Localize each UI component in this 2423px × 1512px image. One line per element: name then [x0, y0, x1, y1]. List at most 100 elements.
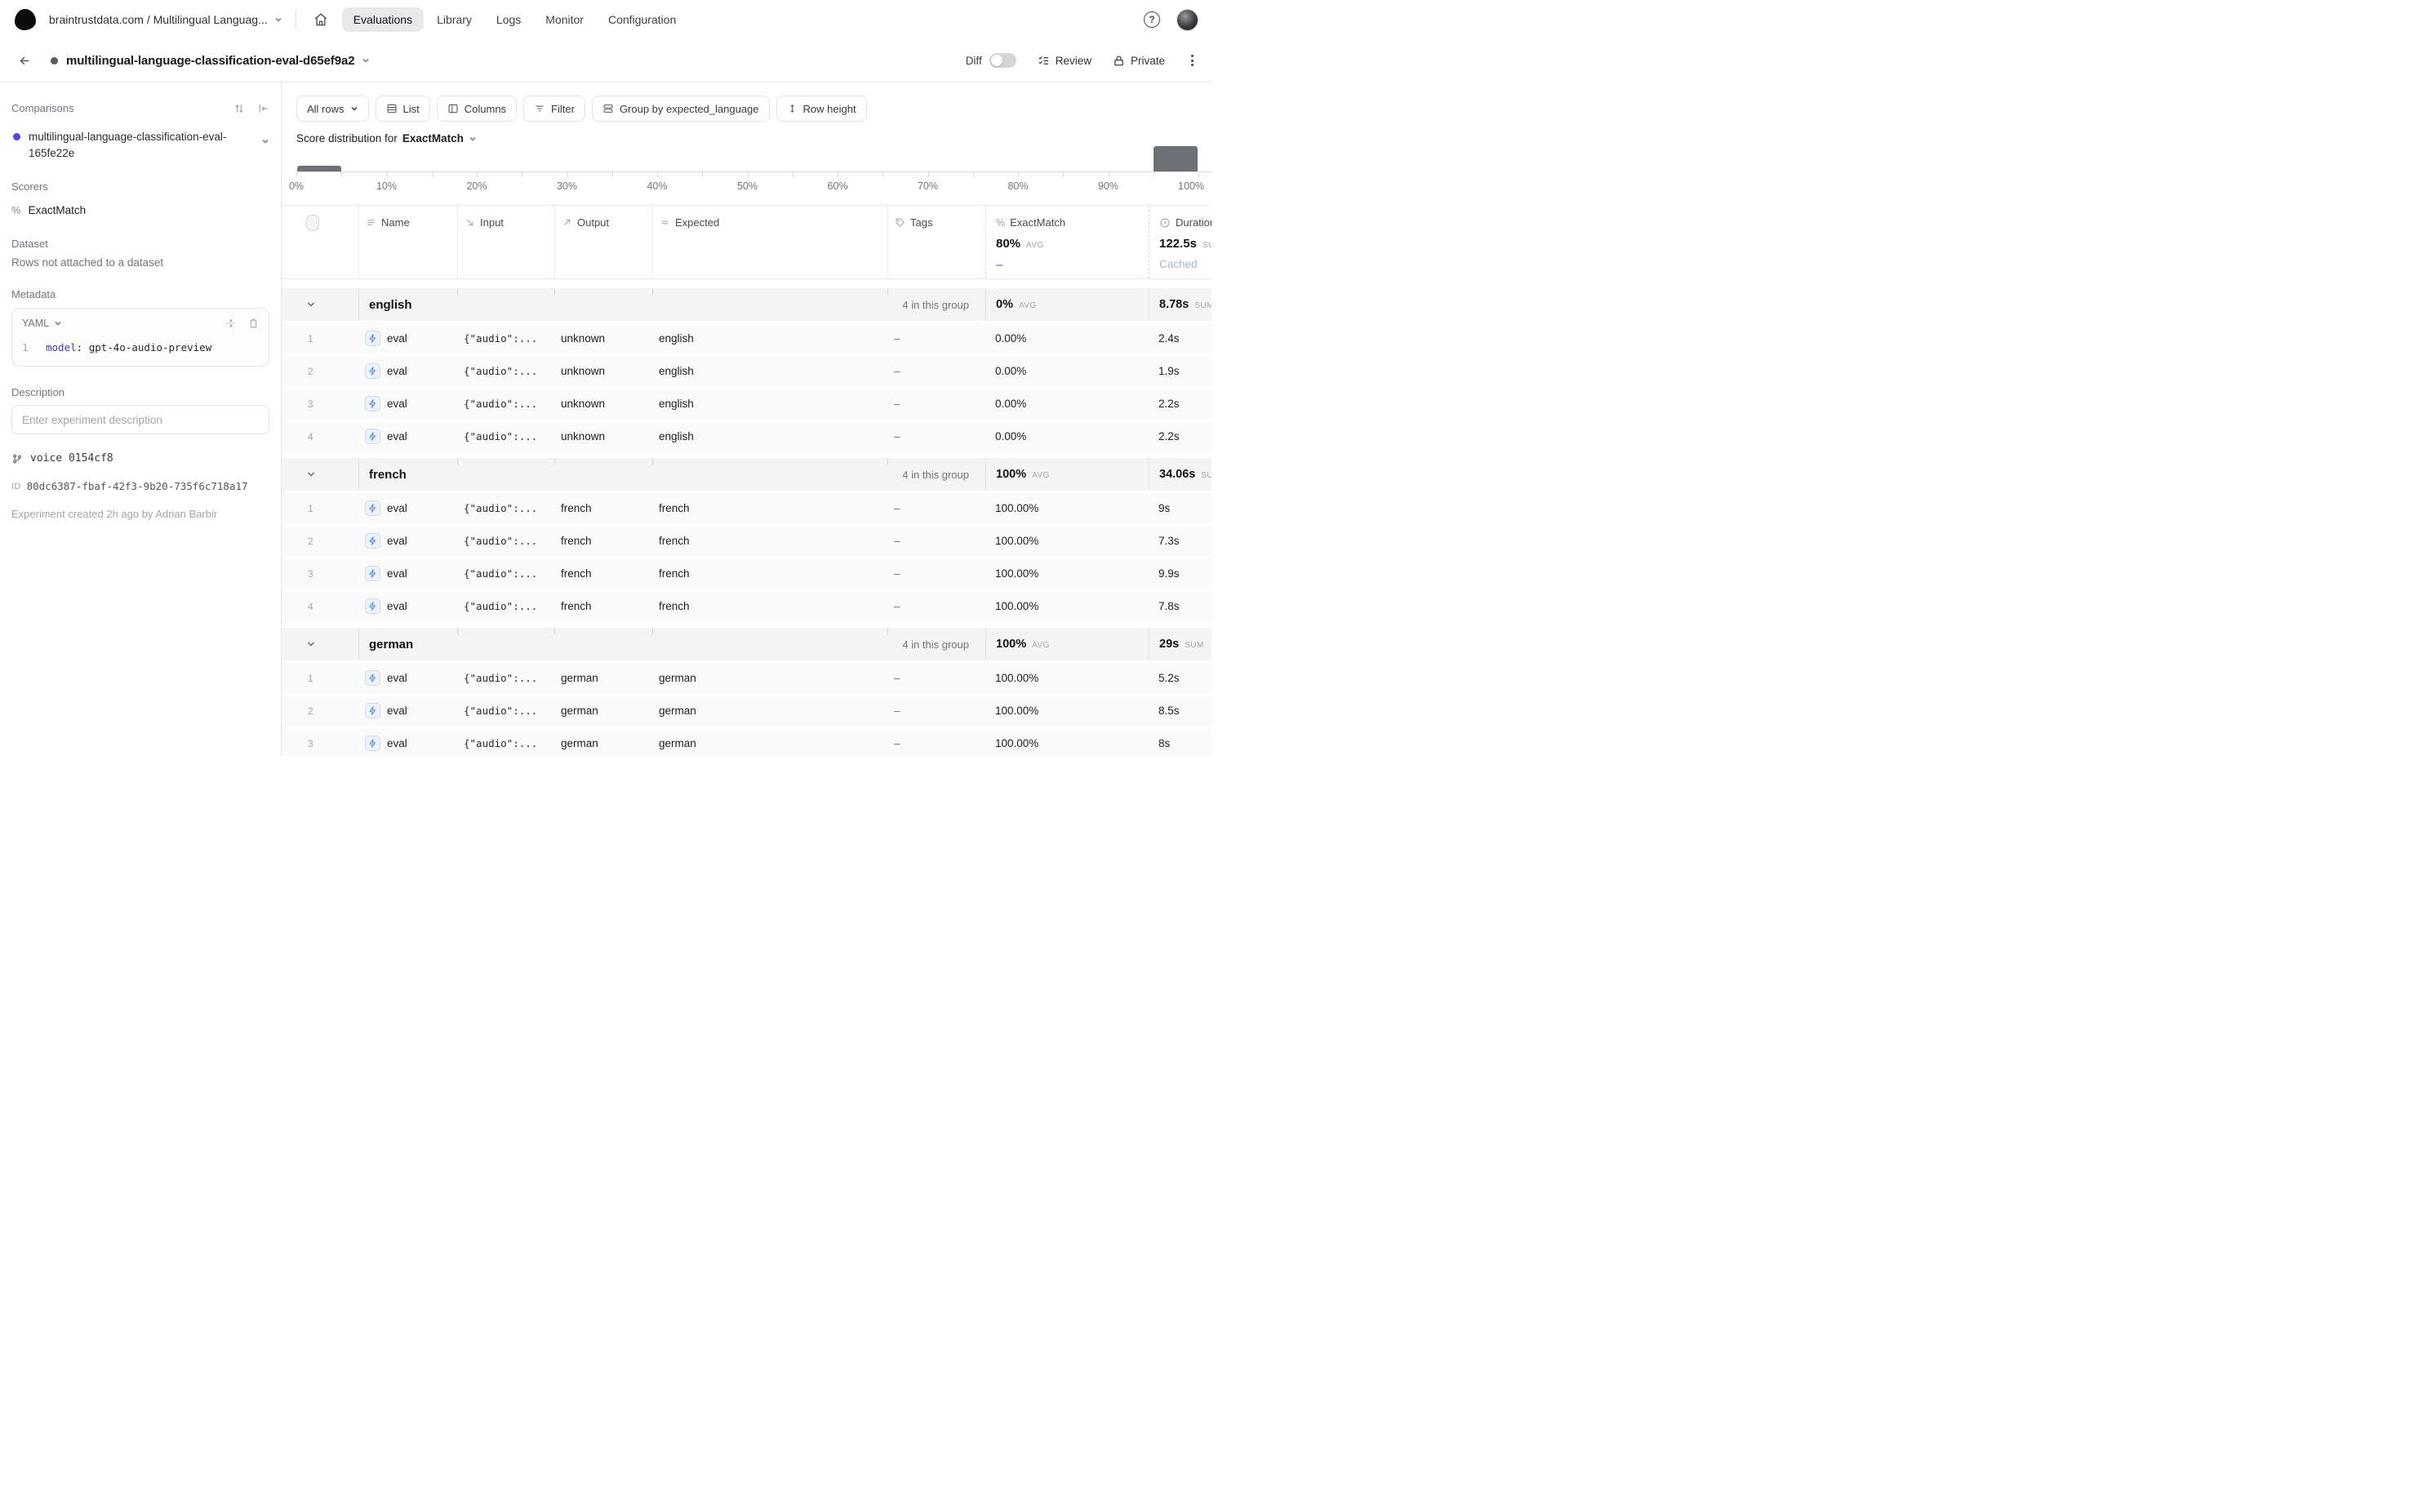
chevron-down-icon[interactable]: [306, 300, 316, 309]
id-value: 80dc6387-fbaf-42f3-9b20-735f6c718a17: [27, 480, 248, 492]
back-button[interactable]: [13, 49, 36, 72]
column-header-exactmatch[interactable]: % ExactMatch: [986, 206, 1149, 229]
axis-tick: [341, 172, 342, 177]
row-expected: english: [652, 365, 694, 377]
title-dropdown[interactable]: [362, 56, 370, 64]
group-count: 4 in this group: [887, 638, 985, 651]
group-header-row-french[interactable]: french 4 in this group 100%AVG 34.06sSUM: [282, 458, 1212, 491]
row-tags: –: [887, 600, 900, 612]
scorer-name: ExactMatch: [29, 204, 87, 216]
table-row[interactable]: 1 eval {"audio":... german german – 100.…: [282, 663, 1212, 693]
row-input: {"audio":...: [457, 332, 537, 345]
filter-button[interactable]: Filter: [523, 96, 585, 122]
lightning-icon: [368, 706, 377, 715]
table-header: Name Input Output: [282, 205, 1212, 279]
group-header-row-german[interactable]: german 4 in this group 100%AVG 29sSUM: [282, 628, 1212, 660]
comparison-item[interactable]: multilingual-language-classification-eva…: [11, 129, 269, 161]
axis-tick: [702, 172, 703, 177]
group-name: french: [359, 468, 407, 482]
row-input: {"audio":...: [457, 430, 537, 442]
tab-library[interactable]: Library: [425, 7, 483, 32]
group-name: german: [359, 638, 413, 651]
group-duration: 29sSUM: [1149, 638, 1204, 651]
chevron-down-icon[interactable]: [306, 469, 316, 479]
select-all-checkbox[interactable]: [306, 215, 319, 231]
list-view-button[interactable]: List: [376, 96, 430, 122]
table-row[interactable]: 3 eval {"audio":... unknown english – 0.…: [282, 389, 1212, 419]
diff-label: Diff: [966, 55, 982, 67]
table-row[interactable]: 4 eval {"audio":... french french – 100.…: [282, 591, 1212, 621]
row-number: 1: [308, 333, 313, 345]
home-icon: [313, 12, 328, 27]
description-input[interactable]: [11, 405, 269, 434]
axis-tick: [793, 172, 794, 177]
axis-label: 20%: [466, 180, 487, 192]
diff-toggle[interactable]: [989, 53, 1016, 68]
row-number: 3: [308, 738, 313, 749]
column-header-name[interactable]: Name: [359, 206, 457, 229]
sort-arrows-icon[interactable]: [233, 103, 245, 114]
table-row[interactable]: 3 eval {"audio":... french french – 100.…: [282, 558, 1212, 589]
table-row[interactable]: 2 eval {"audio":... unknown english – 0.…: [282, 356, 1212, 386]
experiment-id-row[interactable]: ID 80dc6387-fbaf-42f3-9b20-735f6c718a17: [11, 480, 269, 492]
results-table: Name Input Output: [282, 205, 1212, 756]
column-header-duration[interactable]: Duration: [1149, 206, 1212, 229]
axis-tick: [477, 172, 478, 177]
project-selector[interactable]: braintrustdata.com / Multilingual Langua…: [49, 13, 282, 26]
score-aggregate: 80% AVG: [986, 229, 1149, 251]
help-button[interactable]: ?: [1144, 11, 1160, 28]
column-header-input[interactable]: Input: [458, 206, 554, 229]
row-score: 100.00%: [985, 600, 1038, 612]
group-by-button[interactable]: Group by expected_language: [592, 96, 770, 122]
table-row[interactable]: 2 eval {"audio":... german german – 100.…: [282, 696, 1212, 726]
axis-tick: [657, 172, 658, 177]
tab-configuration[interactable]: Configuration: [597, 7, 687, 32]
scorer-item[interactable]: % ExactMatch: [11, 204, 269, 216]
table-row[interactable]: 1 eval {"audio":... french french – 100.…: [282, 493, 1212, 523]
axis-tick: [748, 172, 749, 177]
collapse-code-icon[interactable]: [225, 318, 237, 329]
table-row[interactable]: 1 eval {"audio":... unknown english – 0.…: [282, 323, 1212, 354]
row-score: 100.00%: [985, 672, 1038, 684]
privacy-button[interactable]: Private: [1113, 55, 1165, 67]
table-row[interactable]: 4 eval {"audio":... unknown english – 0.…: [282, 421, 1212, 451]
row-name: eval: [387, 332, 407, 345]
comparison-dropdown[interactable]: [261, 129, 269, 145]
row-expected: english: [652, 332, 694, 345]
group-count: 4 in this group: [887, 299, 985, 311]
group-count: 4 in this group: [887, 469, 985, 481]
metadata-code-line[interactable]: 1 model: gpt-4o-audio-preview: [22, 341, 259, 354]
row-duration: 8.5s: [1149, 705, 1180, 717]
review-button[interactable]: Review: [1038, 55, 1091, 67]
column-header-output[interactable]: Output: [555, 206, 652, 229]
avatar[interactable]: [1176, 9, 1198, 31]
row-output: french: [554, 600, 592, 612]
tab-logs[interactable]: Logs: [485, 7, 532, 32]
axis-tick: [612, 172, 613, 177]
tab-evaluations[interactable]: Evaluations: [342, 7, 424, 32]
columns-button[interactable]: Columns: [437, 96, 517, 122]
rows-filter-button[interactable]: All rows: [296, 96, 369, 122]
row-duration: 8s: [1149, 737, 1170, 749]
chevron-down-icon[interactable]: [306, 639, 316, 649]
score-distribution-scorer: ExactMatch: [402, 132, 464, 145]
git-branch-row[interactable]: voice 0154cf8: [11, 452, 269, 465]
score-distribution-header[interactable]: Score distribution for ExactMatch: [296, 132, 1212, 145]
yaml-format-selector[interactable]: YAML: [22, 318, 62, 329]
row-output: french: [554, 567, 592, 580]
duration-cached-note: Cached: [1149, 251, 1212, 270]
group-score: 100%AVG: [986, 468, 1050, 481]
copy-icon[interactable]: [248, 318, 259, 329]
row-height-button[interactable]: Row height: [776, 96, 867, 122]
collapse-panel-icon[interactable]: [258, 103, 269, 114]
tab-monitor[interactable]: Monitor: [534, 7, 595, 32]
more-menu-button[interactable]: [1186, 51, 1198, 69]
table-row[interactable]: 3 eval {"audio":... german german – 100.…: [282, 728, 1212, 756]
column-header-tags[interactable]: Tags: [888, 206, 985, 229]
table-row[interactable]: 2 eval {"audio":... french french – 100.…: [282, 526, 1212, 556]
home-button[interactable]: [308, 7, 334, 33]
group-header-row-english[interactable]: english 4 in this group 0%AVG 8.78sSUM: [282, 288, 1212, 321]
column-header-expected[interactable]: Expected: [653, 206, 887, 229]
lightning-icon: [368, 432, 377, 441]
row-duration: 7.8s: [1149, 600, 1180, 612]
